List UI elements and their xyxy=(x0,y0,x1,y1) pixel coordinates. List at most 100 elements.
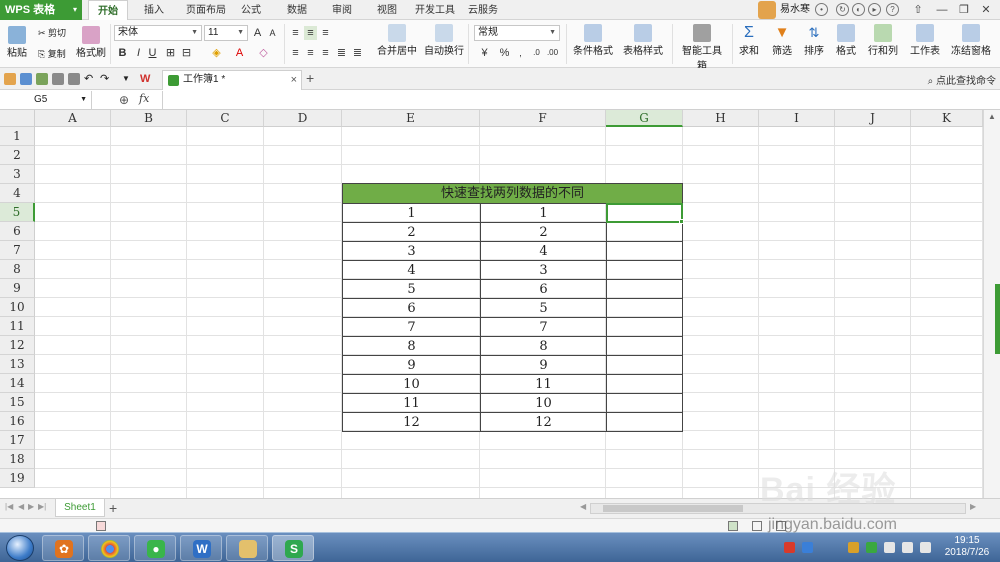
tab-developer[interactable]: 开发工具 xyxy=(412,0,458,20)
taskbar-app-chrome[interactable] xyxy=(88,535,130,561)
thousands-icon[interactable]: , xyxy=(514,46,527,60)
sheet-tab-sheet1[interactable]: Sheet1 xyxy=(55,499,105,517)
cell-g12[interactable] xyxy=(606,336,683,356)
freeze-panes-button[interactable]: 冻结窗格 xyxy=(948,24,994,57)
taskbar-app-wps-sheets[interactable]: S xyxy=(272,535,314,561)
tab-data[interactable]: 数据 xyxy=(282,0,312,20)
tab-insert[interactable]: 插入 xyxy=(138,0,170,20)
cell-g10[interactable] xyxy=(606,298,683,318)
tab-review[interactable]: 审阅 xyxy=(327,0,357,20)
cell-f9[interactable]: 6 xyxy=(480,279,607,299)
decrease-font-icon[interactable]: A xyxy=(266,26,279,40)
row-header-2[interactable]: 2 xyxy=(0,146,35,165)
column-header-b[interactable]: B xyxy=(111,110,187,127)
help-icon[interactable]: ? xyxy=(886,3,899,16)
add-sheet-button[interactable]: + xyxy=(109,499,117,517)
formula-input[interactable] xyxy=(162,91,1000,109)
cell-g9[interactable] xyxy=(606,279,683,299)
number-format-select[interactable]: 常规 ▼ xyxy=(474,25,560,41)
cell-f12[interactable]: 8 xyxy=(480,336,607,356)
user-name[interactable]: 易水寒 xyxy=(780,2,810,18)
column-header-i[interactable]: I xyxy=(759,110,835,127)
cell-e6[interactable]: 2 xyxy=(342,222,481,242)
share-icon[interactable]: ▸ xyxy=(868,3,881,16)
cell-f8[interactable]: 3 xyxy=(480,260,607,280)
scroll-up-icon[interactable]: ▲ xyxy=(988,112,996,121)
row-header-13[interactable]: 13 xyxy=(0,355,35,374)
page-layout-view-icon[interactable] xyxy=(752,521,762,531)
font-name-select[interactable]: 宋体 ▼ xyxy=(114,25,202,41)
column-header-j[interactable]: J xyxy=(835,110,911,127)
vertical-scrollbar[interactable]: ▲ xyxy=(983,110,1000,498)
start-button[interactable] xyxy=(6,535,34,561)
cell-f13[interactable]: 9 xyxy=(480,355,607,375)
active-cell-g5[interactable] xyxy=(606,203,683,223)
undo-icon[interactable]: ↶ xyxy=(84,73,96,85)
column-header-e[interactable]: E xyxy=(342,110,480,127)
cell-e11[interactable]: 7 xyxy=(342,317,481,337)
row-header-16[interactable]: 16 xyxy=(0,412,35,431)
cell-f14[interactable]: 11 xyxy=(480,374,607,394)
print-icon[interactable] xyxy=(52,73,64,85)
redo-icon[interactable]: ↷ xyxy=(100,73,112,85)
font-color-icon[interactable]: A xyxy=(233,46,246,60)
cell-f11[interactable]: 7 xyxy=(480,317,607,337)
row-header-6[interactable]: 6 xyxy=(0,222,35,241)
align-left-icon[interactable]: ≡ xyxy=(289,46,302,60)
format-button[interactable]: 格式 xyxy=(832,24,860,57)
row-header-4[interactable]: 4 xyxy=(0,184,35,203)
wrap-text-button[interactable]: 自动换行 xyxy=(424,24,464,57)
wps-logo-icon[interactable]: W xyxy=(140,73,152,85)
worksheet-button[interactable]: 工作表 xyxy=(906,24,944,57)
cell-g11[interactable] xyxy=(606,317,683,337)
cell-e8[interactable]: 4 xyxy=(342,260,481,280)
macro-icon[interactable] xyxy=(96,521,106,531)
name-box[interactable]: G5 ▼ xyxy=(0,91,92,109)
taskbar-app-explorer[interactable] xyxy=(226,535,268,561)
cell-g13[interactable] xyxy=(606,355,683,375)
cell-e10[interactable]: 6 xyxy=(342,298,481,318)
tray-app-icon[interactable] xyxy=(784,542,795,553)
row-header-19[interactable]: 19 xyxy=(0,469,35,488)
column-header-g[interactable]: G xyxy=(606,110,683,127)
increase-decimal-icon[interactable]: .0 xyxy=(530,46,543,60)
bold-button[interactable]: B xyxy=(116,46,129,60)
column-header-a[interactable]: A xyxy=(35,110,111,127)
skin-icon[interactable]: ◐ xyxy=(852,3,865,16)
cell-f5[interactable]: 1 xyxy=(480,203,607,223)
row-header-17[interactable]: 17 xyxy=(0,431,35,450)
table-title[interactable]: 快速查找两列数据的不同 xyxy=(342,183,683,204)
export-pdf-icon[interactable] xyxy=(36,73,48,85)
increase-font-icon[interactable]: A xyxy=(251,26,264,40)
scroll-left-icon[interactable]: ◀ xyxy=(580,502,586,511)
close-icon[interactable]: × xyxy=(291,71,297,89)
taskbar-clock[interactable]: 19:15 2018/7/26 xyxy=(938,535,996,559)
cell-e14[interactable]: 10 xyxy=(342,374,481,394)
cell-e16[interactable]: 12 xyxy=(342,412,481,432)
sort-button[interactable]: ⇅ 排序 xyxy=(800,24,828,57)
align-middle-icon[interactable]: ≡ xyxy=(304,26,317,40)
row-header-7[interactable]: 7 xyxy=(0,241,35,260)
row-header-12[interactable]: 12 xyxy=(0,336,35,355)
cell-g16[interactable] xyxy=(606,412,683,432)
column-header-d[interactable]: D xyxy=(264,110,342,127)
sync-icon[interactable]: ↻ xyxy=(836,3,849,16)
column-header-f[interactable]: F xyxy=(480,110,606,127)
spreadsheet-grid[interactable]: ABCDEFGHIJK 1 2 3 4 5 6 7 8 9 10 11 12 13 14 15 16 17 18 1… xyxy=(0,110,983,498)
merge-center-button[interactable]: 合并居中 xyxy=(374,24,420,57)
column-header-k[interactable]: K xyxy=(911,110,983,127)
clear-format-icon[interactable]: ◇ xyxy=(257,46,270,60)
tab-cloud[interactable]: 云服务 xyxy=(466,0,500,20)
copy-button[interactable]: ⎘ 复制 xyxy=(38,47,66,60)
underline-button[interactable]: U xyxy=(146,46,159,60)
prev-sheet-icon[interactable]: ◀ xyxy=(18,502,24,511)
align-top-icon[interactable]: ≡ xyxy=(289,26,302,40)
maximize-button[interactable]: ❐ xyxy=(954,2,974,18)
tray-security-icon[interactable] xyxy=(866,542,877,553)
border-icon[interactable]: ⊞ xyxy=(164,46,177,60)
justify-icon[interactable]: ≣ xyxy=(335,46,348,60)
fill-color-icon[interactable]: ◈ xyxy=(210,46,223,60)
first-sheet-icon[interactable]: |◀ xyxy=(5,502,13,511)
cell-f15[interactable]: 10 xyxy=(480,393,607,413)
align-center-icon[interactable]: ≡ xyxy=(304,46,317,60)
